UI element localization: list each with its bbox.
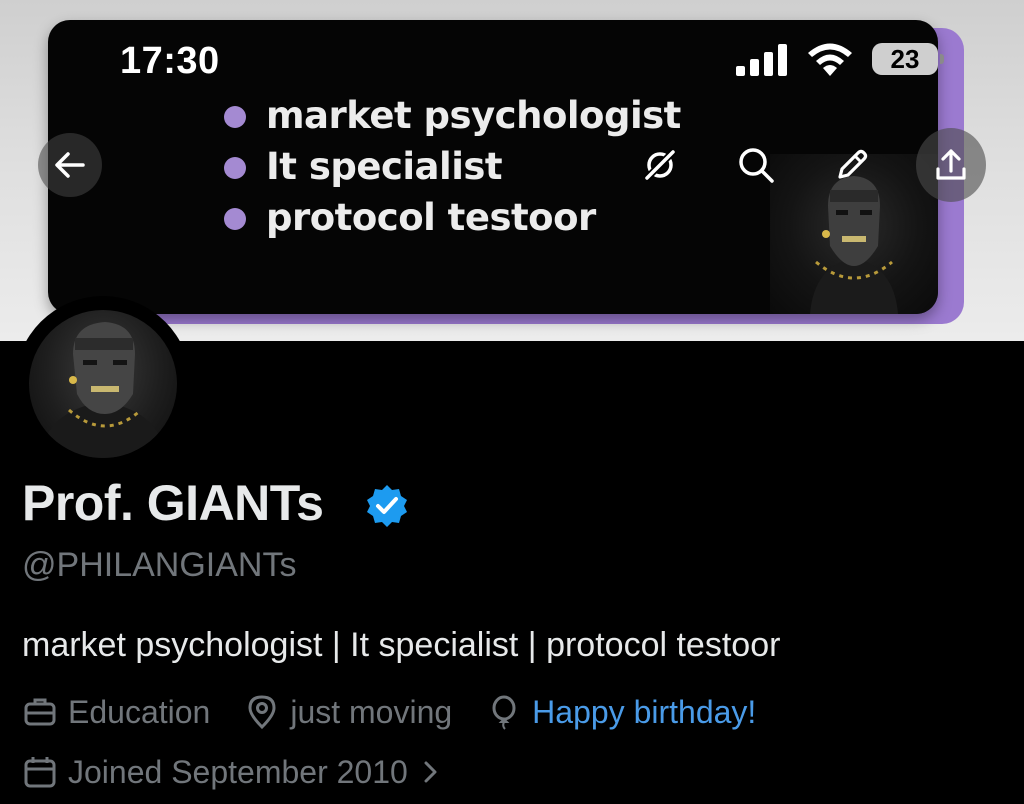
wifi-icon bbox=[808, 43, 852, 76]
banner-bullet-list: market psychologist It specialist protoc… bbox=[224, 90, 681, 243]
share-button[interactable] bbox=[916, 128, 986, 202]
category-item: Education bbox=[22, 694, 210, 731]
banner-line-text: It specialist bbox=[266, 145, 503, 188]
search-icon bbox=[739, 148, 774, 183]
avatar-image bbox=[29, 310, 177, 458]
grok-button[interactable] bbox=[628, 133, 692, 197]
profile-handle: @PHILANGIANTs bbox=[22, 546, 297, 584]
banner-line: protocol testoor bbox=[224, 192, 681, 243]
edit-pencil-icon bbox=[838, 149, 868, 179]
location-text: just moving bbox=[290, 693, 453, 730]
banner-line: market psychologist bbox=[224, 90, 681, 141]
category-text: Education bbox=[68, 693, 211, 730]
bullet-dot bbox=[224, 208, 246, 230]
location-pin-icon bbox=[248, 695, 276, 730]
status-bar-time: 17:30 bbox=[120, 40, 220, 82]
battery-icon: 23 bbox=[872, 43, 944, 75]
battery-level-text: 23 bbox=[890, 44, 920, 74]
bullet-dot bbox=[224, 157, 246, 179]
banner-line: It specialist bbox=[224, 141, 681, 192]
joined-item[interactable]: Joined September 2010 bbox=[22, 754, 444, 791]
verified-badge-icon[interactable] bbox=[364, 483, 410, 529]
location-item: just moving bbox=[244, 694, 452, 731]
bullet-dot bbox=[224, 106, 246, 128]
briefcase-icon bbox=[24, 698, 56, 726]
profile-avatar[interactable] bbox=[15, 296, 191, 472]
profile-name: Prof. GIANTs bbox=[22, 475, 324, 531]
profile-bio: market psychologist | It specialist | pr… bbox=[22, 626, 781, 664]
birthday-link[interactable]: Happy birthday! bbox=[532, 694, 756, 731]
back-button[interactable] bbox=[38, 133, 102, 197]
calendar-icon bbox=[24, 757, 56, 788]
joined-row[interactable]: Joined September 2010 bbox=[22, 752, 478, 792]
cellular-signal-icon bbox=[736, 44, 787, 76]
chevron-right-icon bbox=[424, 761, 437, 783]
profile-meta-row: Education just moving Happy birthday! bbox=[22, 692, 790, 732]
search-button[interactable] bbox=[724, 133, 788, 197]
banner-line-text: market psychologist bbox=[266, 94, 681, 137]
edit-button[interactable] bbox=[820, 133, 884, 197]
grok-icon bbox=[643, 148, 677, 182]
balloon-icon bbox=[492, 695, 516, 730]
back-arrow-icon bbox=[55, 152, 85, 178]
joined-text: Joined September 2010 bbox=[68, 753, 408, 790]
birthday-item[interactable]: Happy birthday! bbox=[486, 694, 756, 731]
banner-line-text: protocol testoor bbox=[266, 196, 596, 239]
share-icon bbox=[936, 149, 966, 180]
